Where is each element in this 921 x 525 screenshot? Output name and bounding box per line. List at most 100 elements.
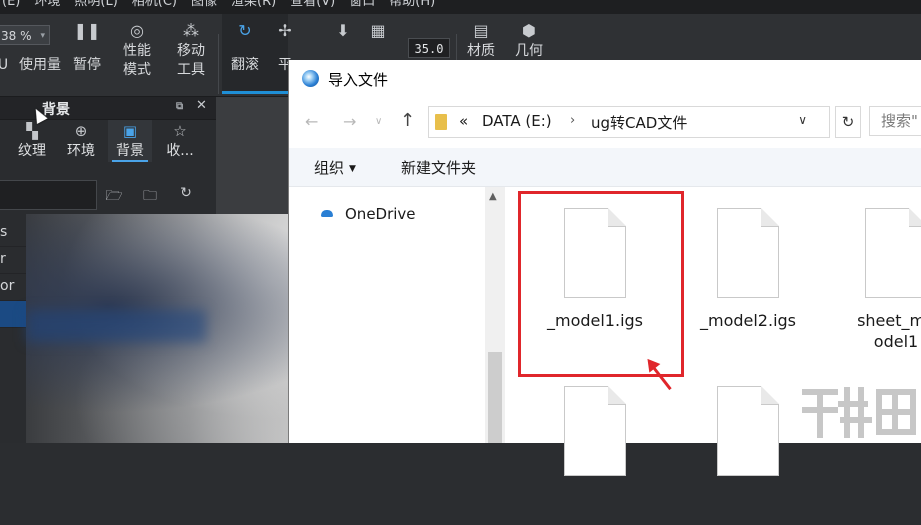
- chevron-right-icon: ›: [570, 113, 576, 128]
- command-bar: 组织 ▼ 新建文件夹: [289, 148, 921, 187]
- scroll-up-icon[interactable]: ▲: [489, 191, 497, 202]
- move-icon: ⁂: [183, 21, 199, 40]
- move-tool-button[interactable]: ⁂ 移动 工具: [168, 20, 214, 80]
- menu-render[interactable]: 渲染(R): [231, 0, 276, 14]
- breadcrumb-drive[interactable]: DATA (E:): [482, 112, 552, 130]
- nav-scrollbar[interactable]: ▲: [485, 187, 505, 443]
- globe-icon: ⊕: [74, 122, 88, 140]
- new-folder-button[interactable]: 新建文件夹: [401, 157, 476, 178]
- tab-background[interactable]: ▣ 背景: [108, 120, 152, 162]
- pin-icon[interactable]: ⧉: [176, 101, 183, 112]
- file-name: sheet_me odel1: [857, 311, 921, 351]
- checker-icon: ▚: [26, 122, 38, 140]
- performance-label-1: 性能: [123, 43, 151, 59]
- performance-mode-button[interactable]: ◎ 性能 模式: [114, 20, 160, 80]
- geometry-button[interactable]: ⬢ 几何: [506, 20, 552, 61]
- organize-button[interactable]: 组织 ▼: [314, 157, 356, 178]
- dialog-titlebar: 导入文件: [289, 60, 921, 98]
- scroll-thumb[interactable]: [488, 352, 502, 443]
- recent-dropdown-icon[interactable]: ∨: [375, 116, 382, 127]
- pan-icon: ✢: [278, 21, 292, 40]
- folder-image-icon[interactable]: 🗀: [140, 185, 160, 204]
- tab-environment[interactable]: ⊕ 环境: [59, 120, 103, 162]
- menu-help[interactable]: 帮助(H): [389, 0, 435, 14]
- zoom-select[interactable]: 38 % ▾: [0, 25, 50, 45]
- shield-icon: ⬢: [522, 21, 536, 40]
- spacing-input[interactable]: 35.0: [408, 38, 450, 58]
- tumble-label: 翻滚: [231, 57, 259, 73]
- file-item[interactable]: sheet_me odel1: [821, 187, 921, 351]
- material-label: 材质: [467, 43, 495, 59]
- tab-environment-label: 环境: [67, 143, 95, 159]
- app-icon: [302, 70, 319, 87]
- usage-button[interactable]: 使用量: [15, 56, 65, 75]
- file-item[interactable]: [520, 365, 640, 525]
- performance-label-2: 模式: [123, 62, 151, 78]
- menu-bar: (E) 环境 照明(L) 相机(C) 图像 渲染(R) 查看(V) 窗口 帮助(…: [0, 0, 921, 14]
- forward-arrow-icon[interactable]: →: [343, 112, 356, 131]
- refresh-button[interactable]: ↻: [835, 106, 861, 138]
- file-icon: [865, 208, 921, 298]
- menu-view[interactable]: 查看(V): [290, 0, 335, 14]
- tab-texture[interactable]: ▚ 纹理: [10, 120, 54, 162]
- grid-icon: ▦: [370, 21, 386, 40]
- file-name: _model2.igs: [699, 311, 797, 330]
- zoom-value: 38 %: [1, 29, 32, 43]
- cloud-icon: [321, 210, 333, 217]
- performance-icon: ◎: [130, 21, 144, 40]
- organize-label: 组织: [314, 159, 345, 177]
- tumble-icon: ↻: [238, 21, 252, 40]
- geometry-label: 几何: [515, 43, 543, 59]
- refresh-icon[interactable]: ↻: [176, 185, 196, 203]
- pause-button[interactable]: ❚❚ 暂停: [64, 20, 110, 75]
- chevron-down-icon[interactable]: ∨: [798, 113, 807, 127]
- back-arrow-icon[interactable]: ←: [305, 112, 318, 131]
- move-label-2: 工具: [177, 62, 205, 78]
- menu-edit[interactable]: (E): [2, 0, 20, 14]
- tumble-button[interactable]: ↻ 翻滚: [222, 20, 268, 75]
- material-button[interactable]: ▤ 材质: [458, 20, 504, 61]
- address-bar: ← → ∨ ↑ « DATA (E:) › ug转CAD文件 ∨ ↻ 搜索": [289, 98, 921, 148]
- arrow-down-icon: ⬇: [336, 21, 350, 40]
- move-label-1: 移动: [177, 43, 205, 59]
- menu-window[interactable]: 窗口: [349, 0, 375, 14]
- image-icon: ▣: [122, 122, 138, 140]
- chevron-down-icon: ▾: [40, 31, 45, 41]
- open-folder-icon[interactable]: 🗁: [104, 185, 124, 204]
- caret-down-icon: ▼: [349, 164, 356, 174]
- file-icon: [717, 208, 779, 298]
- refresh-icon: ↻: [841, 113, 855, 131]
- toolbar-divider: [218, 34, 219, 94]
- grid-toggle[interactable]: ▦: [363, 20, 393, 42]
- file-icon: [564, 386, 626, 476]
- menu-image[interactable]: 图像: [191, 0, 217, 14]
- menu-camera[interactable]: 相机(C): [132, 0, 177, 14]
- search-input[interactable]: 搜索": [869, 106, 921, 136]
- navigation-pane: OneDrive: [289, 187, 485, 443]
- highlight-box: [518, 191, 684, 377]
- close-icon[interactable]: ✕: [196, 98, 207, 113]
- star-icon: ☆: [173, 122, 187, 140]
- tab-background-label: 背景: [116, 143, 144, 159]
- breadcrumb-folder[interactable]: ug转CAD文件: [591, 112, 687, 133]
- tab-texture-label: 纹理: [18, 143, 46, 159]
- dialog-title: 导入文件: [328, 71, 389, 89]
- menu-lighting[interactable]: 照明(L): [74, 0, 117, 14]
- tab-favorites-label: 收...: [166, 143, 194, 159]
- path-prefix: «: [459, 112, 469, 130]
- path-breadcrumb[interactable]: « DATA (E:) › ug转CAD文件 ∨: [428, 106, 830, 138]
- menu-environment[interactable]: 环境: [34, 0, 60, 14]
- material-icon: ▤: [473, 21, 489, 40]
- folder-icon: [435, 114, 447, 130]
- panel-tabs: ▚ 纹理 ⊕ 环境 ▣ 背景 ☆ 收...: [0, 120, 216, 164]
- pause-icon: ❚❚: [73, 21, 101, 40]
- up-arrow-icon[interactable]: ↑: [400, 110, 415, 131]
- panel-toolbar-row: 🗁 🗀 ↻: [0, 179, 216, 211]
- usage-label: 使用量: [19, 57, 61, 73]
- tab-favorites[interactable]: ☆ 收...: [158, 120, 202, 162]
- nav-item-onedrive[interactable]: OneDrive: [345, 205, 416, 223]
- file-item[interactable]: _model2.igs: [673, 187, 796, 347]
- watermark-logo: [735, 380, 921, 443]
- dolly-button[interactable]: ⬇: [320, 20, 366, 42]
- background-field[interactable]: [0, 180, 97, 210]
